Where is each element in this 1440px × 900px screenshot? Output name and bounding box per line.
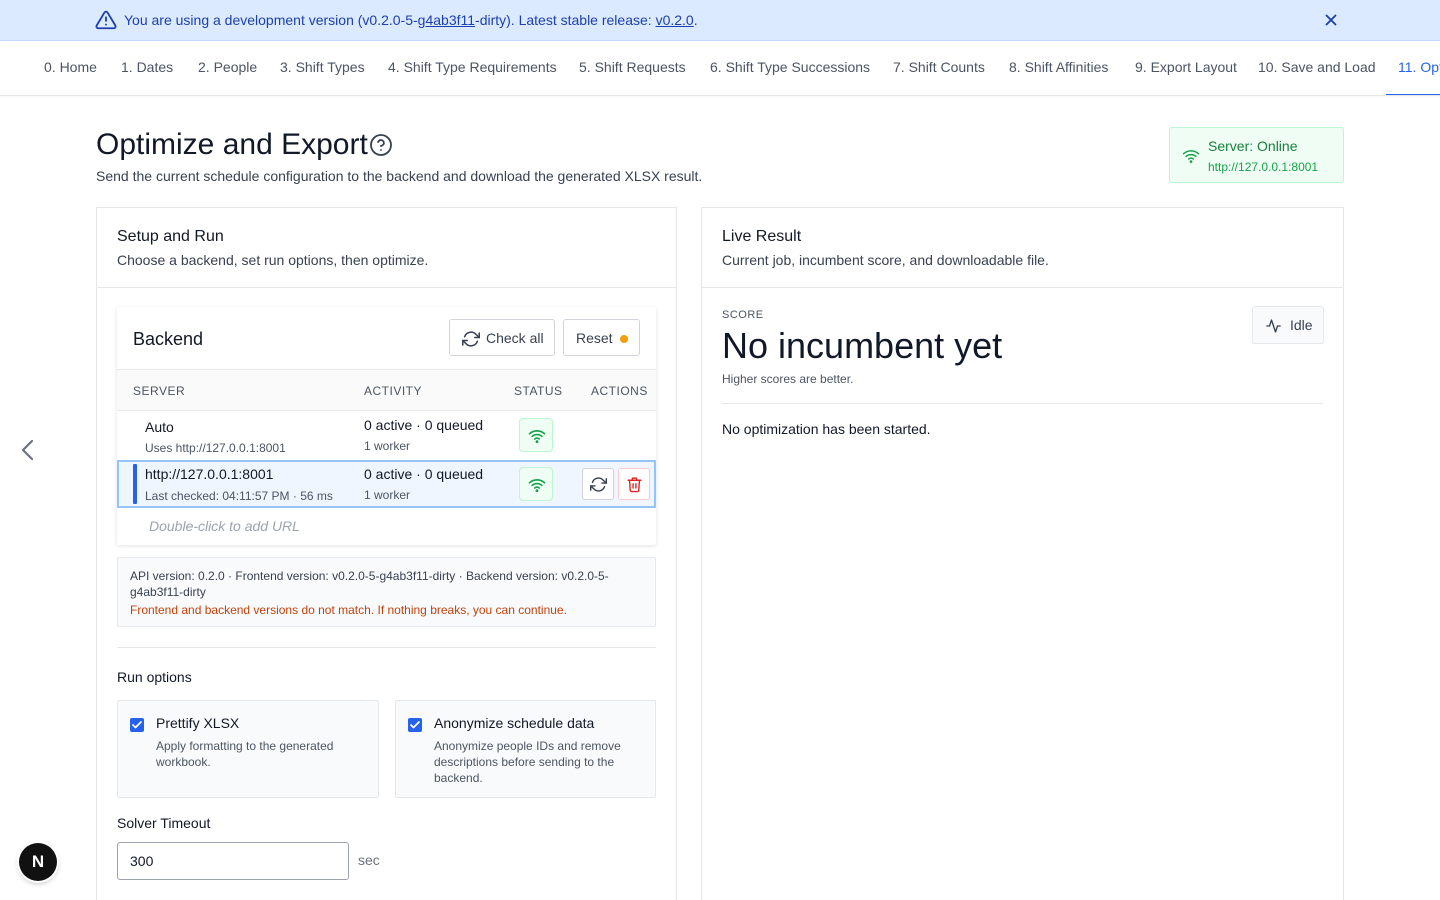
score-label: SCORE	[722, 309, 764, 321]
live-result-header: Live Result Current job, incumbent score…	[702, 208, 1343, 288]
refresh-icon	[462, 331, 480, 347]
backend-table-header: SERVER ACTIVITY STATUS ACTIONS	[117, 369, 656, 411]
checkmark-icon	[410, 721, 420, 729]
refresh-backend-button[interactable]	[582, 468, 614, 500]
backend-workers: 1 worker	[364, 488, 411, 502]
backend-status	[519, 467, 553, 501]
backend-workers: 1 worker	[364, 439, 411, 453]
tab-home[interactable]: 0. Home	[44, 41, 97, 95]
setup-panel-header: Setup and Run Choose a backend, set run …	[97, 208, 676, 288]
checkmark-icon	[132, 721, 142, 729]
backend-activity: 0 active · 0 queued	[364, 417, 484, 433]
banner-prefix: You are using a development version (v0.…	[124, 12, 418, 28]
run-options-title: Run options	[117, 669, 192, 685]
dev-version-banner: You are using a development version (v0.…	[0, 0, 1440, 41]
tab-dates[interactable]: 1. Dates	[121, 41, 173, 95]
tab-export-layout[interactable]: 9. Export Layout	[1135, 41, 1237, 95]
tab-shift-type-requirements[interactable]: 4. Shift Type Requirements	[388, 41, 557, 95]
tab-people[interactable]: 2. People	[198, 41, 257, 95]
divider	[722, 403, 1323, 404]
column-activity: ACTIVITY	[364, 384, 423, 398]
backend-row-local[interactable]: http://127.0.0.1:8001 Last checked: 04:1…	[117, 460, 656, 508]
add-backend-url[interactable]: Double-click to add URL	[149, 518, 300, 534]
tab-shift-requests[interactable]: 5. Shift Requests	[579, 41, 686, 95]
version-mismatch-warning: Frontend and backend versions do not mat…	[130, 603, 567, 617]
selected-indicator	[133, 464, 137, 504]
backend-card: Backend Check all Reset SERVER ACTIVITY …	[117, 307, 656, 545]
reset-label: Reset	[576, 330, 613, 346]
score-hint: Higher scores are better.	[722, 372, 854, 386]
backend-title: Backend	[133, 329, 204, 349]
anonymize-description: Anonymize people IDs and remove descript…	[434, 739, 621, 785]
divider	[117, 647, 656, 648]
backend-row-auto[interactable]: Auto Uses http://127.0.0.1:8001 0 active…	[117, 411, 656, 460]
anonymize-checkbox[interactable]	[408, 718, 422, 732]
reset-button[interactable]: Reset	[563, 319, 640, 356]
backend-name: Auto	[145, 419, 174, 435]
live-result-title: Live Result	[722, 228, 802, 245]
prettify-checkbox[interactable]	[130, 718, 144, 732]
step-tabs: 0. Home 1. Dates 2. People 3. Shift Type…	[0, 41, 1440, 96]
version-info: API version: 0.2.0 · Frontend version: v…	[130, 569, 609, 599]
banner-message: You are using a development version (v0.…	[124, 12, 698, 28]
solver-timeout-label: Solver Timeout	[117, 815, 211, 831]
column-status: STATUS	[514, 384, 563, 398]
tab-shift-types[interactable]: 3. Shift Types	[280, 41, 365, 95]
page-subtitle: Send the current schedule configuration …	[96, 168, 703, 184]
backend-detail: Last checked: 04:11:57 PM · 56 ms	[145, 489, 333, 503]
wifi-icon	[528, 430, 546, 444]
wifi-icon	[1182, 150, 1200, 163]
setup-title: Setup and Run	[117, 228, 224, 245]
delete-backend-button[interactable]	[618, 468, 650, 500]
stable-release-link[interactable]: v0.2.0	[656, 12, 694, 28]
dev-tools-letter: N	[31, 852, 45, 871]
wifi-icon	[528, 479, 546, 493]
banner-middle: -dirty). Latest stable release:	[475, 12, 656, 28]
dev-tools-button[interactable]: N	[19, 843, 57, 881]
anonymize-title: Anonymize schedule data	[434, 715, 595, 731]
tab-shift-type-successions[interactable]: 6. Shift Type Successions	[710, 41, 870, 95]
tab-save-and-load[interactable]: 10. Save and Load	[1258, 41, 1376, 95]
activity-icon	[1266, 319, 1281, 333]
version-info-box: API version: 0.2.0 · Frontend version: v…	[117, 557, 656, 627]
solver-timeout-input[interactable]	[117, 842, 349, 880]
refresh-icon	[590, 477, 607, 492]
page-title: Optimize and Export	[96, 128, 368, 161]
server-status-url: http://127.0.0.1:8001	[1208, 160, 1319, 174]
job-state-label: Idle	[1290, 317, 1313, 333]
unsaved-dot	[620, 335, 628, 343]
check-all-label: Check all	[486, 330, 544, 346]
backend-activity: 0 active · 0 queued	[364, 466, 484, 482]
tab-shift-affinities[interactable]: 8. Shift Affinities	[1009, 41, 1108, 95]
column-actions: ACTIONS	[591, 384, 648, 398]
close-icon[interactable]	[1322, 11, 1340, 29]
solver-timeout-unit: sec	[358, 852, 380, 868]
help-icon[interactable]	[369, 133, 393, 157]
optimization-status-message: No optimization has been started.	[722, 421, 931, 437]
live-result-panel: Live Result Current job, incumbent score…	[701, 207, 1344, 900]
prettify-description: Apply formatting to the generated workbo…	[156, 739, 334, 769]
warning-icon	[95, 10, 117, 30]
tab-shift-counts[interactable]: 7. Shift Counts	[893, 41, 985, 95]
anonymize-option[interactable]: Anonymize schedule data Anonymize people…	[395, 700, 656, 798]
column-server: SERVER	[133, 384, 186, 398]
trash-icon	[627, 477, 642, 493]
chevron-left-icon[interactable]	[16, 437, 40, 463]
server-status-label: Server: Online	[1208, 138, 1298, 154]
backend-status	[519, 418, 553, 452]
setup-subtitle: Choose a backend, set run options, then …	[117, 252, 429, 268]
tab-optimize-and-export[interactable]: 11. Optimize and Export	[1386, 41, 1440, 95]
commit-link[interactable]: g4ab3f11	[418, 12, 475, 28]
backend-detail: Uses http://127.0.0.1:8001	[145, 441, 286, 455]
backend-name: http://127.0.0.1:8001	[145, 466, 274, 482]
banner-suffix: .	[693, 12, 698, 28]
check-all-button[interactable]: Check all	[449, 319, 555, 356]
live-result-subtitle: Current job, incumbent score, and downlo…	[722, 252, 1049, 268]
score-value: No incumbent yet	[722, 325, 1003, 366]
job-state-badge: Idle	[1252, 306, 1324, 344]
server-status-badge: Server: Online http://127.0.0.1:8001	[1169, 127, 1344, 183]
prettify-title: Prettify XLSX	[156, 715, 240, 731]
prettify-option[interactable]: Prettify XLSX Apply formatting to the ge…	[117, 700, 379, 798]
